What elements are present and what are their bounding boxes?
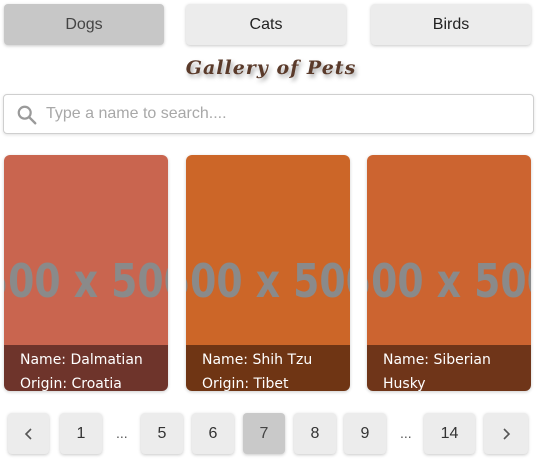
prev-page-button[interactable] [8,413,49,454]
page-number: 9 [360,424,370,442]
chevron-left-icon [24,427,32,440]
pagination-ellipsis: ... [400,425,412,441]
tab-birds-label: Birds [432,15,470,33]
tab-dogs[interactable]: Dogs [4,4,164,45]
pet-origin: Origin: Tibet [202,376,289,391]
page-number: 8 [310,424,320,442]
pet-name: Name: Siberian [383,352,491,368]
page-button-14[interactable]: 14 [424,413,475,454]
pet-caption: Name: Siberian Husky [367,345,531,391]
page-number: 7 [259,424,269,442]
pet-caption: Name: Dalmatian Origin: Croatia [4,345,168,391]
page-button-5[interactable]: 5 [141,413,183,454]
page-number: 1 [76,424,86,442]
page-number: 5 [157,424,167,442]
tab-cats[interactable]: Cats [186,4,346,45]
pet-origin: Husky [383,376,426,391]
pagination-ellipsis: ... [116,425,128,441]
image-placeholder-text: 500 x 500 [186,254,350,308]
page-number: 14 [440,424,459,442]
pagination: 1 ... 5 6 7 8 9 ... 14 [8,413,528,455]
pet-card-shih-tzu[interactable]: 500 x 500 Name: Shih Tzu Origin: Tibet [186,155,350,391]
pet-card-dalmatian[interactable]: 500 x 500 Name: Dalmatian Origin: Croati… [4,155,168,391]
page-button-6[interactable]: 6 [192,413,234,454]
page-button-1[interactable]: 1 [60,413,102,454]
pet-card-siberian-husky[interactable]: 500 x 500 Name: Siberian Husky [367,155,531,391]
pet-name: Name: Dalmatian [20,352,143,368]
pet-gallery-page: Dogs Cats Birds Gallery of Pets 500 x 50… [0,0,542,467]
search-input[interactable] [46,95,526,133]
pet-image: 500 x 500 [186,155,350,345]
image-placeholder-text: 500 x 500 [367,254,531,308]
next-page-button[interactable] [484,413,528,454]
chevron-right-icon [503,427,511,440]
pet-image: 500 x 500 [4,155,168,345]
page-button-7-current[interactable]: 7 [243,413,285,454]
page-title: Gallery of Pets [185,57,357,79]
pet-caption: Name: Shih Tzu Origin: Tibet [186,345,350,391]
pet-name: Name: Shih Tzu [202,352,313,368]
pet-image: 500 x 500 [367,155,531,345]
tab-dogs-label: Dogs [65,15,103,33]
search-bar [3,94,534,134]
page-number: 6 [208,424,218,442]
page-button-9[interactable]: 9 [344,413,386,454]
category-tabs: Dogs Cats Birds [4,4,534,45]
pet-origin: Origin: Croatia [20,376,122,391]
search-icon [17,105,37,125]
tab-cats-label: Cats [249,15,283,33]
image-placeholder-text: 500 x 500 [4,254,168,308]
page-button-8[interactable]: 8 [294,413,336,454]
tab-birds[interactable]: Birds [371,4,531,45]
